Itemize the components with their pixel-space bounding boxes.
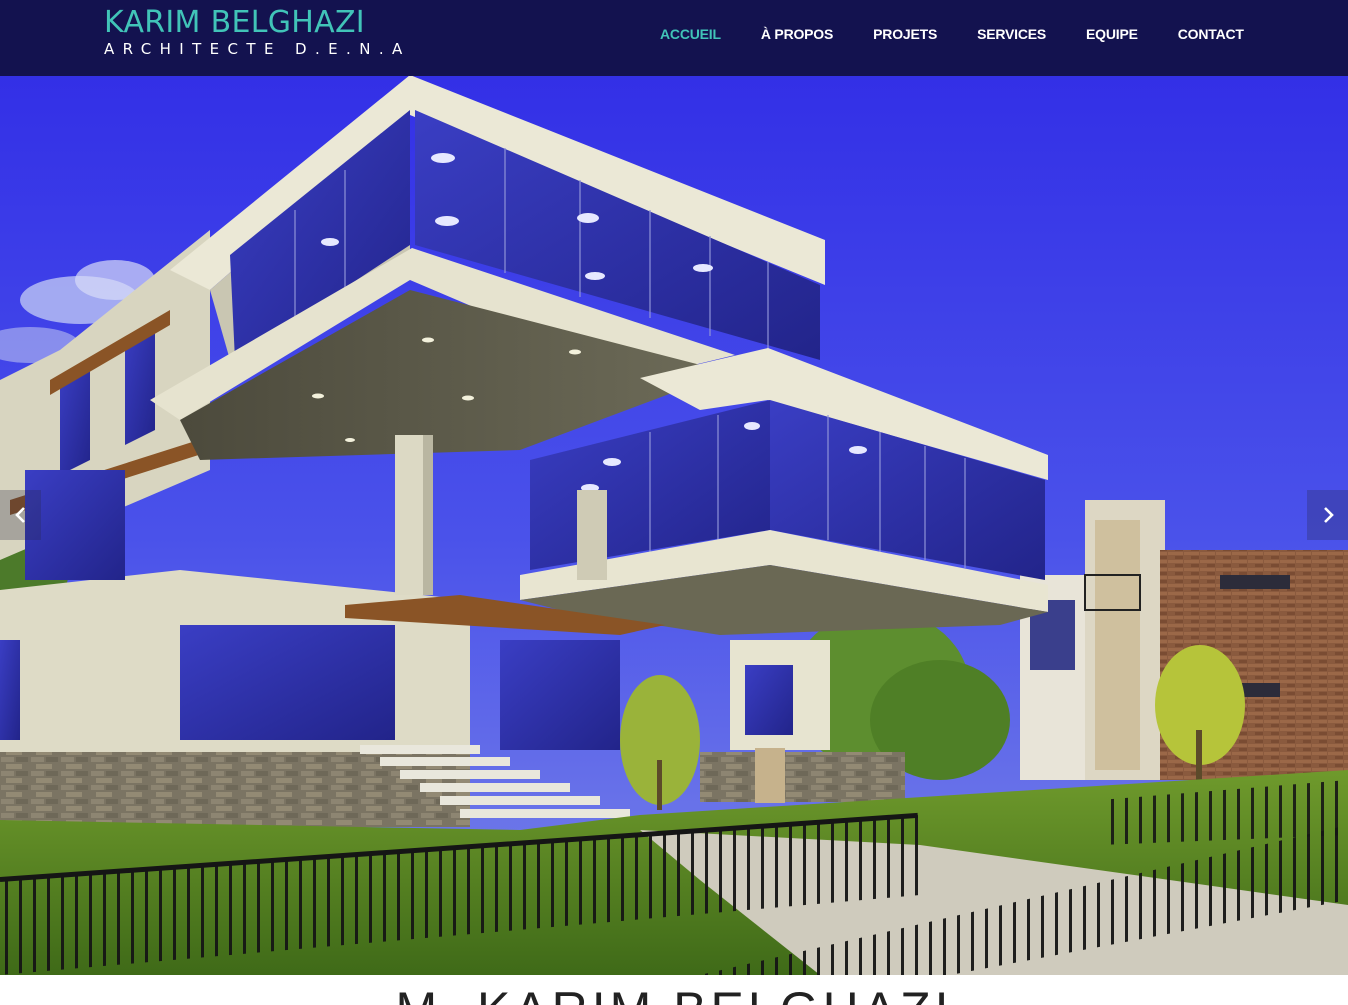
main-nav-menu: ACCUEIL À PROPOS PROJETS SERVICES EQUIPE… [660, 26, 1244, 44]
nav-item-accueil: ACCUEIL [660, 26, 721, 44]
nav-link-contact[interactable]: CONTACT [1178, 26, 1244, 42]
chevron-right-icon [1323, 507, 1334, 523]
brand-name: KARIM BELGHAZI [104, 5, 365, 40]
carousel-prev-button[interactable] [0, 490, 41, 540]
intro-section: M. KARIM BELGHAZI [0, 975, 1348, 1005]
site-logo[interactable]: KARIM BELGHAZI ARCHITECTE D.E.N.A [104, 5, 411, 59]
nav-link-a-propos[interactable]: À PROPOS [761, 26, 834, 42]
hero-slide [0, 0, 1348, 975]
nav-link-equipe[interactable]: EQUIPE [1086, 26, 1138, 42]
intro-heading: M. KARIM BELGHAZI [0, 982, 1348, 1005]
hero-image-modern-villa [0, 0, 1348, 975]
nav-item-equipe: EQUIPE [1086, 26, 1138, 44]
brand-tagline: ARCHITECTE D.E.N.A [104, 40, 411, 58]
nav-link-accueil[interactable]: ACCUEIL [660, 26, 721, 42]
chevron-left-icon [14, 507, 25, 523]
nav-item-services: SERVICES [977, 26, 1046, 44]
site-navbar: KARIM BELGHAZI ARCHITECTE D.E.N.A ACCUEI… [0, 0, 1348, 76]
nav-item-contact: CONTACT [1178, 26, 1244, 44]
nav-item-a-propos: À PROPOS [761, 26, 834, 44]
nav-link-projets[interactable]: PROJETS [873, 26, 937, 42]
nav-item-projets: PROJETS [873, 26, 937, 44]
nav-link-services[interactable]: SERVICES [977, 26, 1046, 42]
carousel-next-button[interactable] [1307, 490, 1348, 540]
